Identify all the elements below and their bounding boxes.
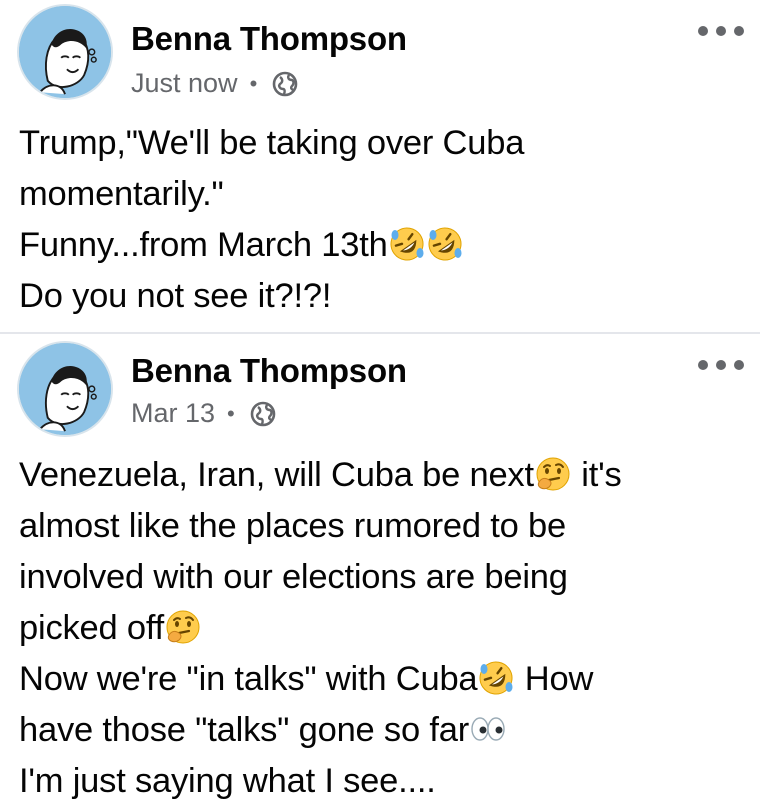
globe-icon[interactable] <box>249 400 277 428</box>
post-text-segment: How <box>515 660 594 698</box>
post-text-line: Funny...from March 13th <box>19 220 749 271</box>
post-meta: Mar 13 • <box>131 398 277 429</box>
author-name[interactable]: Benna Thompson <box>131 20 407 58</box>
post-text-segment: have those "talks" gone so far <box>19 711 470 749</box>
post-text-segment: picked off <box>19 609 165 647</box>
globe-icon[interactable] <box>271 70 299 98</box>
thinking-emoji-icon <box>535 456 571 492</box>
post-text-line: Venezuela, Iran, will Cuba be next it's <box>19 450 749 501</box>
post-text-segment: Now we're "in talks" with Cuba <box>19 660 478 698</box>
timestamp[interactable]: Mar 13 <box>131 398 215 429</box>
post-text-line: have those "talks" gone so far <box>19 705 749 756</box>
post-text: Trump,"We'll be taking over Cuba momenta… <box>19 118 749 322</box>
thinking-emoji-icon <box>165 609 201 645</box>
post-text-line: Trump,"We'll be taking over Cuba <box>19 124 525 162</box>
post-card: Benna Thompson Just now • Trump,"We'll b… <box>0 0 760 334</box>
post-text-line: Now we're "in talks" with Cuba How <box>19 654 749 705</box>
post-text-segment: Funny...from March 13th <box>19 226 388 264</box>
post-card: Benna Thompson Mar 13 • Venezuela, Iran,… <box>0 334 760 802</box>
post-text-line: Do you not see it?!?! <box>19 277 332 315</box>
avatar[interactable] <box>17 341 113 437</box>
post-text-segment: it's <box>571 456 622 494</box>
avatar[interactable] <box>17 4 113 100</box>
meta-separator: • <box>249 70 258 96</box>
post-meta: Just now • <box>131 68 299 99</box>
eyes-emoji-icon <box>470 711 506 747</box>
more-options-icon[interactable] <box>698 24 744 38</box>
rofl-emoji-icon <box>427 226 463 262</box>
post-text: Venezuela, Iran, will Cuba be next it's … <box>19 450 749 807</box>
meta-separator: • <box>227 400 235 426</box>
post-text-line: picked off <box>19 603 749 654</box>
post-text-line: almost like the places rumored to be <box>19 507 566 545</box>
post-text-segment: Venezuela, Iran, will Cuba be next <box>19 456 534 494</box>
author-name[interactable]: Benna Thompson <box>131 352 407 390</box>
rofl-emoji-icon <box>478 660 514 696</box>
post-text-line: momentarily." <box>19 175 224 213</box>
post-text-line: I'm just saying what I see.... <box>19 762 436 800</box>
timestamp[interactable]: Just now <box>131 68 238 99</box>
post-text-line: involved with our elections are being <box>19 558 568 596</box>
more-options-icon[interactable] <box>698 358 744 372</box>
rofl-emoji-icon <box>389 226 425 262</box>
